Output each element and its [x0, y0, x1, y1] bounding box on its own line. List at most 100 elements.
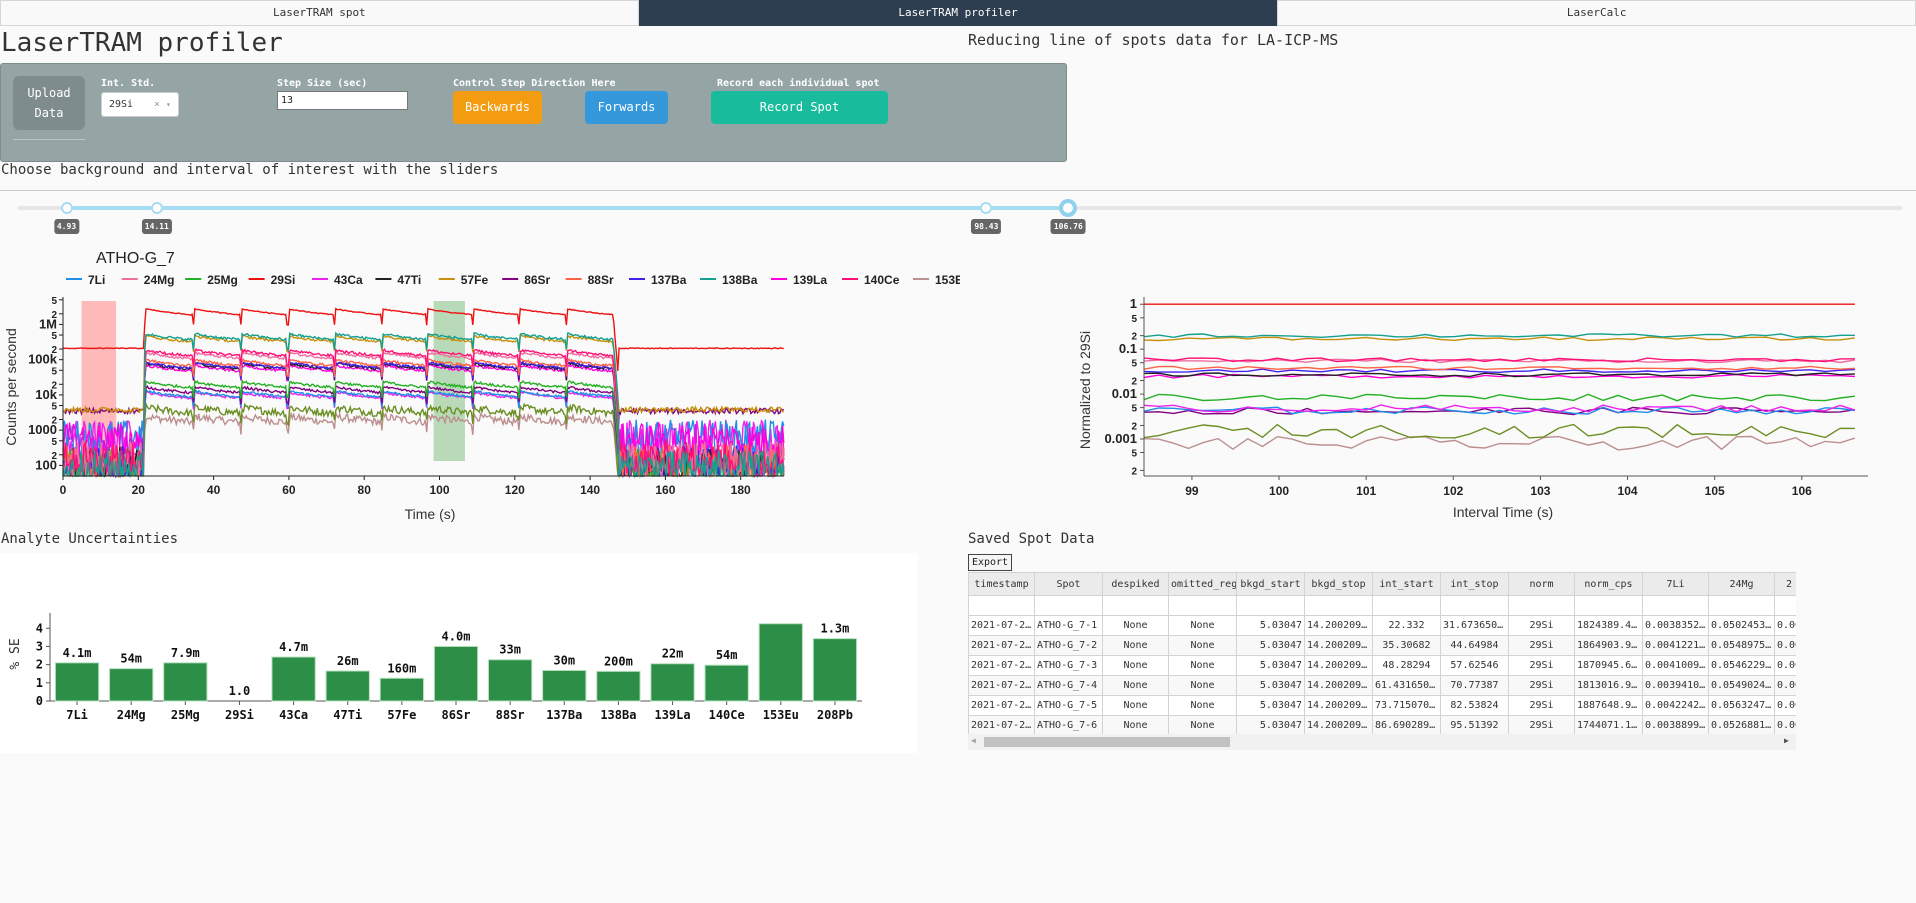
legend-item-138ba[interactable]: 138Ba [700, 273, 758, 287]
legend-item-153eu[interactable]: 153Eu [913, 273, 970, 287]
bar-153eu[interactable] [758, 623, 803, 702]
column-header-7li[interactable]: 7Li [1642, 572, 1709, 596]
tab-lasertram-spot[interactable]: LaserTRAM spot [0, 0, 639, 26]
bar-7li[interactable] [54, 662, 100, 702]
int-std-select[interactable]: 29Si × ▾ [101, 92, 179, 117]
y-tick-label: 0 [36, 694, 43, 708]
bar-86sr[interactable] [433, 645, 479, 702]
normalized-chart-svg[interactable]: 99 100 101 102 103 104 105 106250.001250.01250.… [1070, 285, 1916, 530]
column-header-norm-cps[interactable]: norm_cps [1574, 572, 1643, 596]
x-tick-label: 208Pb [817, 708, 853, 722]
legend-item-24mg[interactable]: 24Mg [121, 273, 175, 287]
y-tick-label: 2 [36, 658, 43, 672]
filter-cell[interactable] [1440, 595, 1509, 616]
legend-item-25mg[interactable]: 25Mg [185, 273, 238, 287]
table-cell: 22.332 [1372, 615, 1441, 636]
scrollbar-thumb[interactable] [984, 737, 1230, 747]
table-cell: 57.62546 [1440, 655, 1509, 676]
range-slider[interactable]: 4.93 14.11 98.43 106.76 [18, 199, 1902, 234]
x-tick-label: 86Sr [442, 708, 471, 722]
normalized-line-153eu [1143, 435, 1856, 451]
legend-item-137ba[interactable]: 137Ba [629, 273, 687, 287]
slider-handle-int-stop[interactable] [1059, 199, 1078, 217]
bar-88sr[interactable] [487, 659, 533, 702]
legend-item-140ce[interactable]: 140Ce [842, 273, 900, 287]
bar-208pb[interactable] [812, 638, 858, 702]
export-button[interactable]: Export [968, 554, 1012, 571]
tab-lasertram-profiler[interactable]: LaserTRAM profiler [638, 0, 1278, 26]
filter-cell[interactable] [1168, 595, 1237, 616]
table-row[interactable]: 2021-07-2… ATHO-G_7-5 None None 5.03047 14.20… [968, 695, 1796, 716]
legend-item-86sr[interactable]: 86Sr [502, 273, 551, 287]
column-header-bkgd-stop[interactable]: bkgd_stop [1304, 572, 1373, 596]
filter-cell[interactable] [1574, 595, 1643, 616]
bar-25mg[interactable] [163, 662, 208, 702]
column-header-int-stop[interactable]: int_stop [1440, 572, 1509, 596]
slider-handle-int-start[interactable] [980, 202, 993, 214]
filter-cell[interactable] [1236, 595, 1305, 616]
filter-cell[interactable] [968, 595, 1035, 616]
column-header-omitted-reg[interactable]: omitted_reg [1168, 572, 1237, 596]
filter-cell[interactable] [1508, 595, 1575, 616]
x-tick-label: 100 [1269, 484, 1289, 498]
bar-47ti[interactable] [325, 670, 370, 702]
table-row[interactable]: 2021-07-2… ATHO-G_7-3 None None 5.03047 14.20… [968, 655, 1796, 676]
column-header-24mg[interactable]: 24Mg [1708, 572, 1775, 596]
scroll-right-icon[interactable]: ▶ [1784, 736, 1789, 745]
table-row[interactable]: 2021-07-2… ATHO-G_7-2 None None 5.03047 14.20… [968, 635, 1796, 656]
slider-handle-bkgd-start[interactable] [60, 202, 73, 214]
bar-140ce[interactable] [704, 664, 749, 702]
filter-cell[interactable] [1708, 595, 1775, 616]
legend-item-139la[interactable]: 139La [771, 273, 827, 287]
column-header-int-start[interactable]: int_start [1372, 572, 1441, 596]
upload-data-button[interactable]: Upload Data [13, 76, 85, 130]
table-cell: None [1102, 695, 1169, 716]
bar-43ca[interactable] [271, 656, 316, 702]
table-row[interactable]: 2021-07-2… ATHO-G_7-6 None None 5.03047 14.20… [968, 715, 1796, 736]
legend-item-88sr[interactable]: 88Sr [565, 273, 614, 287]
column-header-despiked[interactable]: despiked [1102, 572, 1169, 596]
column-header-spot[interactable]: Spot [1034, 572, 1103, 596]
legend-item-57fe[interactable]: 57Fe [438, 273, 489, 287]
filter-cell[interactable] [1034, 595, 1103, 616]
bar-137ba[interactable] [542, 669, 587, 702]
x-tick-label: 88Sr [496, 708, 525, 722]
legend-item-47ti[interactable]: 47Ti [375, 273, 421, 287]
filter-cell[interactable] [1773, 595, 1796, 616]
y-tick-label: 2 [1131, 421, 1137, 432]
legend-label: 47Ti [397, 273, 421, 287]
forwards-button[interactable]: Forwards [585, 91, 668, 124]
cps-chart-svg[interactable]: ATHO-G_7 7Li 24Mg 25Mg 29Si 43Ca 47Ti 57Fe 86Sr… [0, 240, 1041, 530]
legend-item-29si[interactable]: 29Si [248, 273, 296, 287]
bar-138ba[interactable] [596, 670, 641, 702]
column-header-2[interactable]: 2 [1773, 572, 1796, 596]
slider-handle-bkgd-stop[interactable] [150, 202, 163, 214]
scroll-left-icon[interactable]: ◀ [971, 736, 976, 745]
step-size-input[interactable] [277, 91, 408, 110]
table-horizontal-scrollbar[interactable]: ◀ ▶ [968, 734, 1796, 750]
filter-cell[interactable] [1372, 595, 1441, 616]
bar-data-label: 7.9m [171, 646, 200, 660]
table-cell: None [1102, 615, 1169, 636]
column-header-bkgd-start[interactable]: bkgd_start [1236, 572, 1305, 596]
tab-lasercalc[interactable]: LaserCalc [1277, 0, 1916, 26]
bar-24mg[interactable] [109, 668, 154, 702]
chevron-down-icon[interactable]: ▾ [166, 93, 171, 116]
table-row[interactable]: 2021-07-2… ATHO-G_7-4 None None 5.03047 14.20… [968, 675, 1796, 696]
filter-cell[interactable] [1102, 595, 1169, 616]
legend-item-43ca[interactable]: 43Ca [312, 273, 363, 287]
clear-icon[interactable]: × [154, 93, 160, 116]
bar-139la[interactable] [650, 663, 695, 702]
table-cell: 14.200209… [1304, 695, 1373, 716]
column-header-norm[interactable]: norm [1508, 572, 1575, 596]
table-cell: 2021-07-2… [968, 675, 1035, 696]
legend-item-7li[interactable]: 7Li [66, 273, 105, 287]
column-header-timestamp[interactable]: timestamp [968, 572, 1035, 596]
backwards-button[interactable]: Backwards [453, 91, 542, 124]
record-spot-button[interactable]: Record Spot [711, 91, 888, 124]
table-row[interactable]: 2021-07-2… ATHO-G_7-1 None None 5.03047 14.20… [968, 615, 1796, 636]
uncertainties-chart-svg[interactable]: 7Li 24Mg 25Mg 29Si 43Ca 47Ti 57Fe 86Sr 88Sr 137Ba… [0, 553, 918, 753]
filter-cell[interactable] [1304, 595, 1373, 616]
filter-cell[interactable] [1642, 595, 1709, 616]
bar-57fe[interactable] [379, 677, 425, 702]
